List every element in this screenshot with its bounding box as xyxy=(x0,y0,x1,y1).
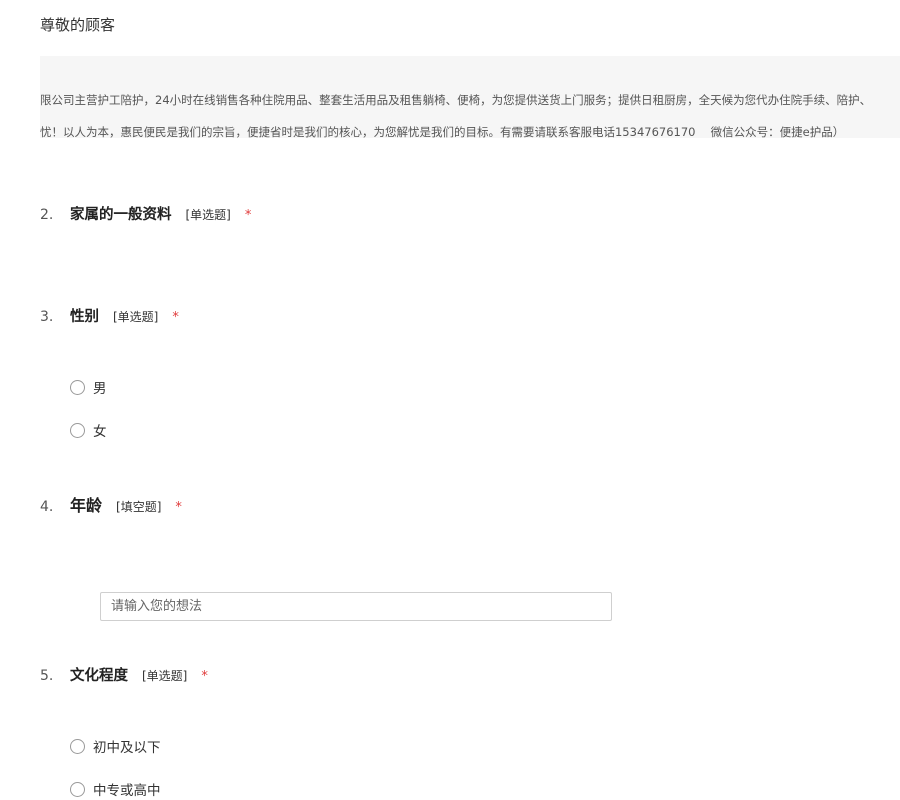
question-number: 4. xyxy=(40,499,54,515)
option-label: 初中及以下 xyxy=(93,740,161,756)
age-input[interactable] xyxy=(100,592,612,621)
radio-option-high-school[interactable]: 中专或高中 xyxy=(70,779,161,799)
radio-unchecked-icon[interactable] xyxy=(70,781,85,797)
question-title: 性别 xyxy=(70,309,99,325)
radio-unchecked-icon[interactable] xyxy=(70,738,85,754)
radio-unchecked-icon[interactable] xyxy=(70,379,85,395)
question-4-header: 4. 年龄 [填空题] * xyxy=(40,492,182,516)
question-number: 5. xyxy=(40,668,54,684)
radio-option-male[interactable]: 男 xyxy=(70,377,107,397)
survey-page: 尊敬的顾客 限公司主营护工陪护，24小时在线销售各种住院用品、整套生活用品及租售… xyxy=(0,0,900,800)
radio-option-female[interactable]: 女 xyxy=(70,420,107,440)
intro-line-1: 限公司主营护工陪护，24小时在线销售各种住院用品、整套生活用品及租售躺椅、便椅，… xyxy=(40,93,872,107)
question-number: 3. xyxy=(40,309,54,325)
option-label: 男 xyxy=(93,381,107,397)
option-label: 女 xyxy=(93,424,107,440)
question-title: 家属的一般资料 xyxy=(70,207,172,223)
question-type-label: [单选题] xyxy=(142,669,188,683)
intro-line-2: 忧！以人为本，惠民便民是我们的宗旨，便捷省时是我们的核心，为您解忧是我们的目标。… xyxy=(40,125,845,138)
question-type-label: [填空题] xyxy=(116,500,162,514)
question-type-label: [单选题] xyxy=(113,310,159,324)
greeting-text: 尊敬的顾客 xyxy=(40,16,116,34)
question-2-header: 2. 家属的一般资料 [单选题] * xyxy=(40,203,251,224)
question-5-header: 5. 文化程度 [单选题] * xyxy=(40,664,208,685)
question-number: 2. xyxy=(40,207,54,223)
question-3-header: 3. 性别 [单选题] * xyxy=(40,305,179,326)
required-marker: * xyxy=(172,310,179,325)
intro-panel: 限公司主营护工陪护，24小时在线销售各种住院用品、整套生活用品及租售躺椅、便椅，… xyxy=(40,56,900,138)
question-title: 年龄 xyxy=(70,496,103,515)
required-marker: * xyxy=(201,669,208,684)
option-label: 中专或高中 xyxy=(93,783,161,799)
question-title: 文化程度 xyxy=(70,668,128,684)
radio-unchecked-icon[interactable] xyxy=(70,422,85,438)
required-marker: * xyxy=(175,500,182,515)
question-type-label: [单选题] xyxy=(185,208,231,222)
required-marker: * xyxy=(244,208,252,223)
radio-option-junior-high[interactable]: 初中及以下 xyxy=(70,736,161,756)
